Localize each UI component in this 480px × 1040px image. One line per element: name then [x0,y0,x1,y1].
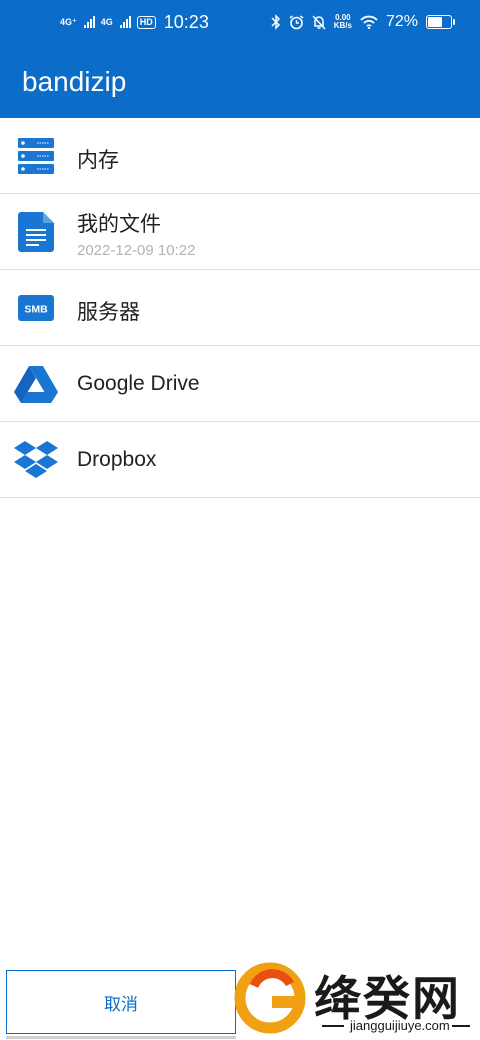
list-item-timestamp: 2022-12-09 10:22 [77,242,196,259]
cancel-button[interactable]: 取消 [6,970,236,1034]
battery-fill [428,17,442,27]
cancel-button-label: 取消 [104,994,138,1014]
status-bar: 4G⁺ 4G HD 10:23 0.00 KB/s 72% [0,0,480,44]
network-4g-plus: 4G⁺ [60,16,77,27]
app-title: bandizip [22,66,127,97]
list-item-dropbox[interactable]: Dropbox [0,422,480,498]
smb-icon-text: SMB [24,304,48,316]
list-item-label: 内存 [77,149,119,172]
list-item-label: 我的文件 [77,213,161,236]
network-speed-unit: KB/s [333,21,352,30]
watermark-logo [234,962,306,1034]
watermark: 绛癸网 jiangguijiuye.com [232,952,480,1038]
watermark-url: jiangguijiuye.com [350,1018,450,1033]
signal-2-icon [119,16,131,28]
status-left: 4G⁺ 4G HD 10:23 [60,8,209,36]
wifi-icon [360,15,378,29]
watermark-line-left [322,1025,344,1027]
document-icon [14,210,58,254]
list-item-label: Dropbox [77,448,157,471]
location-list: 内存 我的文件 2022-12-09 10:22 SMB 服务器 Google … [0,118,480,498]
list-item-server[interactable]: SMB 服务器 [0,270,480,346]
smb-icon: SMB [14,286,58,330]
watermark-line-right [452,1025,470,1027]
list-item-my-files[interactable]: 我的文件 2022-12-09 10:22 [0,194,480,270]
network-4g: 4G [100,16,113,27]
bottom-divider-right [166,1036,236,1039]
dropbox-icon [14,438,58,482]
app-bar: bandizip [0,44,480,118]
network-speed: 0.00 KB/s [334,14,352,30]
battery-icon [426,15,455,29]
alarm-icon [289,14,304,29]
battery-percent: 72% [385,13,418,30]
list-item-google-drive[interactable]: Google Drive [0,346,480,422]
hd-voice-badge: HD [136,15,156,29]
google-drive-icon [14,362,58,406]
list-item-label: 服务器 [77,301,140,324]
signal-1-icon [83,16,95,28]
mute-icon [312,14,326,30]
list-item-label: Google Drive [77,372,200,395]
bottom-divider-left [6,1036,166,1039]
clock: 10:23 [163,11,209,32]
bluetooth-icon [271,14,280,30]
server-icon [14,134,58,178]
list-item-internal-storage[interactable]: 内存 [0,118,480,194]
status-right: 0.00 KB/s 72% [271,8,455,36]
